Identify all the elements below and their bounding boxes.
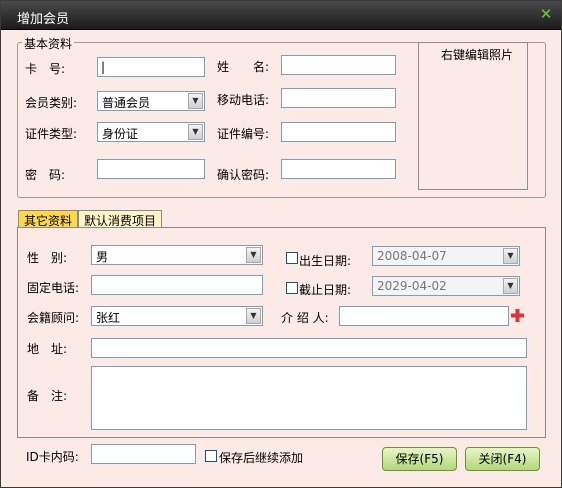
id-number-label: 证件编号:: [217, 127, 270, 141]
photo-label: 右键编辑照片: [439, 46, 516, 63]
photo-box[interactable]: [418, 42, 528, 190]
idcard-label: ID卡内码:: [26, 450, 79, 464]
referrer-label: 介 绍 人:: [281, 311, 329, 325]
card-number-input[interactable]: |: [97, 57, 205, 77]
chevron-down-icon[interactable]: ▼: [188, 93, 203, 109]
chevron-down-icon[interactable]: ▼: [246, 247, 261, 263]
expire-date-label: 截止日期:: [299, 283, 352, 297]
chevron-down-icon[interactable]: ▼: [188, 124, 203, 140]
expire-date-checkbox[interactable]: [286, 282, 298, 294]
phone-label: 固定电话:: [27, 281, 80, 295]
password-label: 密 码:: [25, 168, 66, 182]
basic-info-legend: 基本资料: [22, 35, 75, 52]
chevron-down-icon[interactable]: ▼: [503, 278, 518, 294]
name-label: 姓 名:: [217, 60, 270, 74]
close-icon[interactable]: ✕: [539, 6, 553, 22]
confirm-password-input[interactable]: [281, 159, 396, 179]
password-input[interactable]: [97, 159, 205, 179]
expire-date-picker[interactable]: 2029-04-02 ▼: [372, 276, 520, 296]
confirm-password-label: 确认密码:: [217, 168, 270, 182]
expire-date-value: 2029-04-02: [377, 279, 447, 293]
continue-add-checkbox[interactable]: [205, 450, 217, 462]
title-bar: 增加会员 ✕: [1, 1, 561, 30]
address-label: 地 址:: [27, 342, 68, 356]
remark-textarea[interactable]: [91, 366, 527, 430]
card-number-label: 卡 号:: [25, 62, 66, 76]
birth-date-picker[interactable]: 2008-04-07 ▼: [372, 246, 520, 266]
mobile-input[interactable]: [281, 88, 396, 108]
advisor-label: 会籍顾问:: [27, 311, 80, 325]
id-number-input[interactable]: [281, 122, 396, 142]
close-button[interactable]: 关闭(F4): [465, 447, 540, 471]
chevron-down-icon[interactable]: ▼: [246, 308, 261, 324]
continue-add-label: 保存后继续添加: [219, 451, 304, 465]
address-input[interactable]: [91, 338, 527, 358]
gender-value: 男: [96, 250, 109, 264]
member-type-value: 普通会员: [102, 96, 151, 110]
add-member-dialog: 增加会员 ✕ 基本资料 卡 号: | 姓 名: 会员类别: 普通会员 ▼ 移动电…: [0, 0, 562, 488]
birth-date-checkbox[interactable]: [286, 252, 298, 264]
phone-input[interactable]: [91, 275, 263, 295]
tab-other-info[interactable]: 其它资料: [18, 210, 79, 228]
remark-label: 备 注:: [27, 389, 68, 403]
id-type-value: 身份证: [102, 127, 139, 141]
advisor-select[interactable]: 张红 ▼: [91, 306, 263, 326]
gender-label: 性 别:: [27, 251, 68, 265]
idcard-input[interactable]: [91, 444, 196, 464]
tab-default-items[interactable]: 默认消费项目: [78, 210, 163, 228]
name-input[interactable]: [281, 55, 396, 75]
id-type-label: 证件类型:: [25, 127, 78, 141]
window-title: 增加会员: [17, 12, 70, 27]
mobile-label: 移动电话:: [217, 93, 270, 107]
referrer-input[interactable]: [339, 306, 509, 326]
chevron-down-icon[interactable]: ▼: [503, 248, 518, 264]
save-button[interactable]: 保存(F5): [382, 447, 457, 471]
gender-select[interactable]: 男 ▼: [91, 245, 263, 265]
id-type-select[interactable]: 身份证 ▼: [97, 122, 205, 142]
member-type-label: 会员类别:: [25, 96, 78, 110]
birth-date-label: 出生日期:: [299, 254, 352, 268]
birth-date-value: 2008-04-07: [377, 249, 447, 263]
advisor-value: 张红: [96, 311, 121, 325]
member-type-select[interactable]: 普通会员 ▼: [97, 91, 205, 111]
plus-icon[interactable]: [511, 309, 524, 322]
